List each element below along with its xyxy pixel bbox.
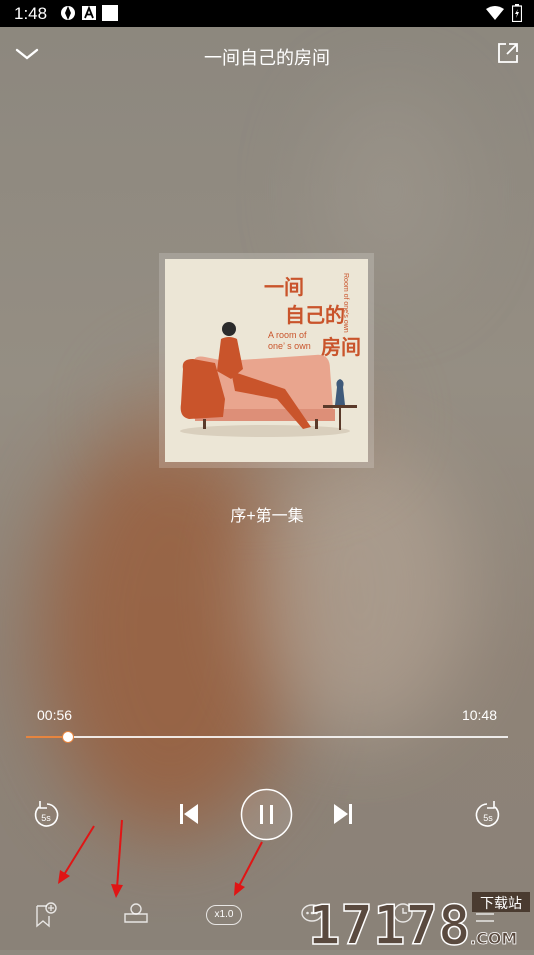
album-cover: 一间 自己的 房间 A room of one’ s own Room of o… [165, 259, 368, 462]
share-icon[interactable] [496, 41, 520, 65]
site-watermark: 17178 .COM 下载站 [304, 886, 534, 955]
status-bar: 1:48 [0, 0, 534, 27]
square-icon [102, 5, 118, 21]
episode-title: 序+第一集 [230, 508, 304, 525]
total-time: 10:48 [461, 707, 497, 723]
svg-text:17178: 17178 [308, 894, 471, 950]
playback-speed-button[interactable]: x1.0 [206, 905, 242, 925]
annotation-arrow [111, 819, 123, 898]
current-time: 00:56 [37, 707, 73, 723]
annotation-arrow [58, 825, 95, 884]
subscribe-icon[interactable] [123, 902, 149, 924]
status-time: 1:48 [14, 4, 48, 23]
shutter-icon [61, 6, 75, 20]
annotation-arrow [234, 841, 263, 896]
wifi-icon [486, 5, 504, 20]
player-header: 一间自己的房间 [0, 27, 534, 83]
svg-text:下载站: 下载站 [480, 896, 522, 912]
forward-5s-icon[interactable]: 5s [473, 799, 503, 831]
next-track-icon[interactable] [332, 802, 354, 826]
page-title: 一间自己的房间 [204, 48, 330, 68]
previous-track-icon[interactable] [178, 802, 200, 826]
battery-icon [512, 4, 522, 22]
svg-text:5s: 5s [483, 813, 493, 823]
add-bookmark-icon[interactable] [35, 902, 57, 928]
progress-thumb[interactable] [61, 731, 74, 743]
svg-text:.COM: .COM [470, 929, 517, 948]
progress-track[interactable] [26, 736, 508, 738]
pause-button[interactable] [240, 788, 293, 841]
cover-illustration [180, 322, 357, 437]
a-badge-icon [82, 6, 96, 20]
